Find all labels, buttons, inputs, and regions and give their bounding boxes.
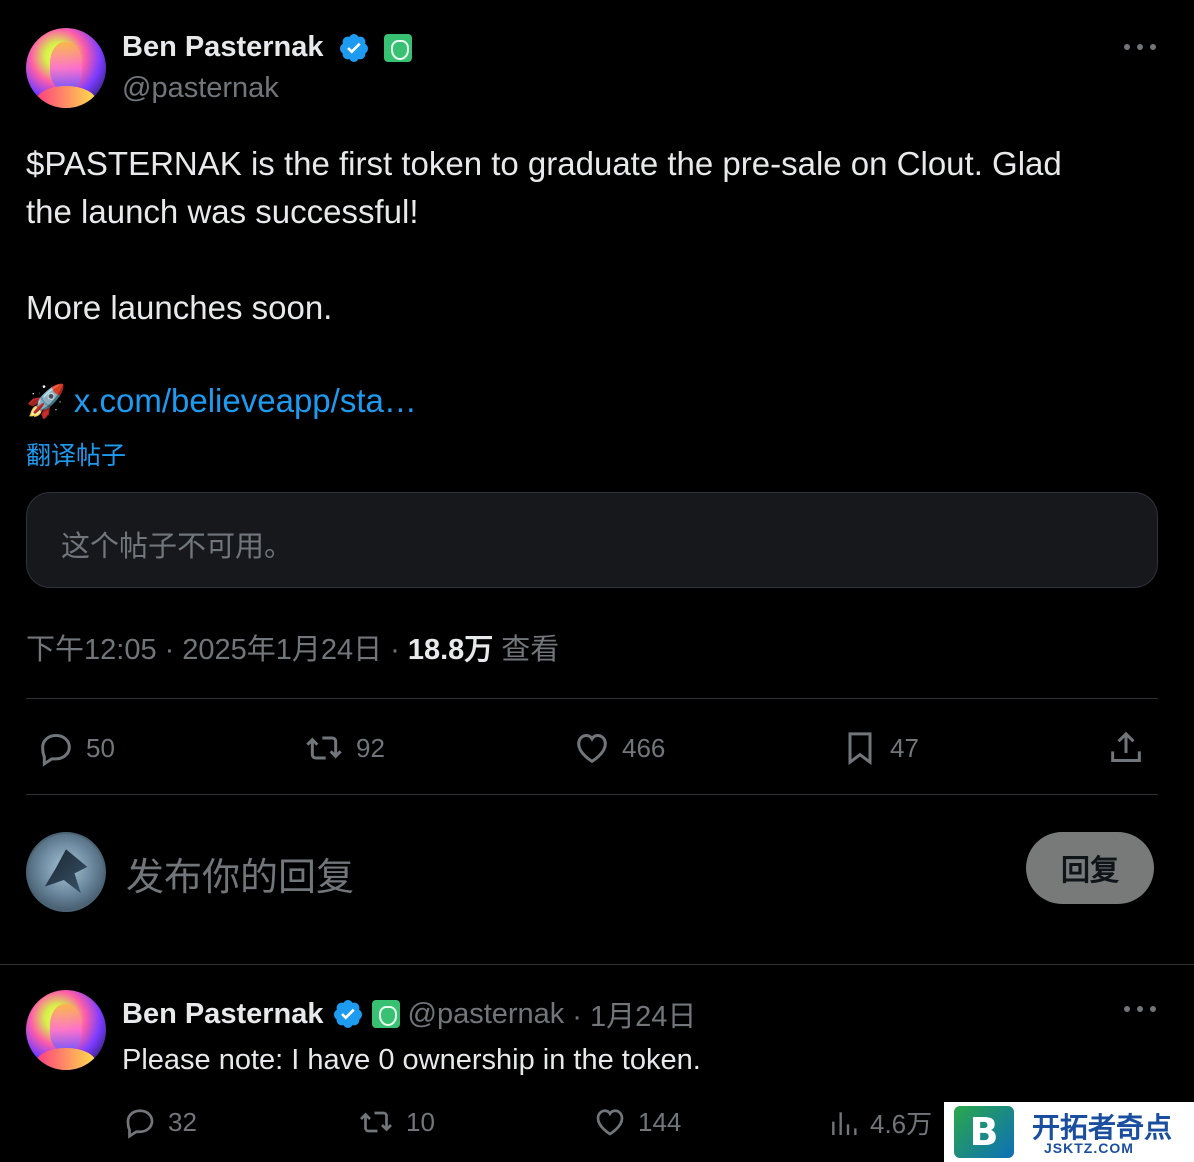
share-action[interactable] — [1106, 728, 1146, 768]
views-label: 查看 — [501, 634, 560, 666]
avatar-face — [50, 1004, 82, 1051]
views-icon — [832, 1111, 857, 1135]
reply-author-avatar[interactable] — [26, 990, 106, 1070]
avatar-shoulders — [35, 85, 97, 108]
watermark-logo: B — [954, 1106, 1014, 1158]
reply-author-handle[interactable]: @pasternak — [408, 998, 565, 1031]
affiliate-badge-icon — [371, 1000, 400, 1028]
bookmark-icon — [848, 732, 872, 766]
post-date[interactable]: 2025年1月24日 — [182, 626, 382, 668]
heart-icon — [596, 1109, 624, 1136]
divider — [26, 794, 1158, 795]
watermark: B 开拓者奇点 JSKTZ.COM — [944, 1102, 1194, 1162]
translate-post-link[interactable]: 翻译帖子 — [26, 436, 126, 472]
reply-author-name[interactable]: Ben Pasternak — [122, 998, 324, 1031]
current-user-avatar[interactable] — [26, 832, 106, 912]
views-count: 18.8万 — [407, 634, 494, 666]
reply-date[interactable]: · 1月24日 — [572, 993, 696, 1035]
reply-icon — [126, 1109, 154, 1139]
author-avatar[interactable] — [26, 28, 106, 108]
post-time[interactable]: 下午12:05 — [26, 626, 157, 668]
reply-input[interactable]: 发布你的回复 — [126, 846, 354, 901]
more-options-icon[interactable] — [1124, 1004, 1156, 1014]
separator: · — [164, 634, 175, 666]
rocket-emoji: 🚀 — [26, 382, 66, 420]
reply-repost-action[interactable]: 10 — [356, 1104, 435, 1140]
repost-action[interactable]: 92 — [302, 728, 385, 768]
avatar-shoulders — [35, 1047, 97, 1070]
reply-reply-action[interactable]: 32 — [122, 1104, 197, 1140]
dot — [1150, 1006, 1156, 1012]
post-text-line-1: $PASTERNAK is the first token to graduat… — [26, 145, 1062, 182]
more-options-icon[interactable] — [1124, 42, 1156, 52]
divider — [26, 698, 1158, 699]
repost-icon — [306, 736, 342, 760]
avatar-face — [50, 42, 82, 89]
views-count: 4.6万 — [870, 1109, 933, 1139]
affiliate-badge-icon — [384, 34, 412, 62]
dot — [1124, 1006, 1130, 1012]
like-count: 144 — [638, 1106, 682, 1137]
bookmark-action[interactable]: 47 — [840, 728, 919, 768]
dot — [1137, 1006, 1143, 1012]
author-name[interactable]: Ben Pasternak — [122, 31, 324, 64]
bookmark-count: 47 — [890, 732, 919, 763]
heart-icon — [577, 733, 607, 764]
divider — [0, 964, 1194, 965]
avatar-bird — [44, 849, 88, 894]
like-count: 466 — [622, 732, 666, 763]
reply-count: 50 — [86, 732, 115, 763]
like-action[interactable]: 466 — [572, 728, 665, 768]
reply-count: 32 — [168, 1106, 197, 1137]
post-link-row: 🚀 x.com/believeapp/sta… — [26, 382, 417, 420]
author-handle[interactable]: @pasternak — [122, 72, 279, 105]
post-text-line-3: More launches soon. — [26, 289, 333, 326]
dot — [1150, 44, 1156, 50]
quoted-post-unavailable: 这个帖子不可用。 — [26, 492, 1158, 588]
reply-icon — [41, 733, 71, 767]
post-link[interactable]: x.com/believeapp/sta… — [74, 382, 417, 420]
dot — [1137, 44, 1143, 50]
reply-button[interactable]: 回复 — [1026, 832, 1154, 904]
reply-action[interactable]: 50 — [36, 728, 115, 768]
repost-icon — [360, 1111, 392, 1133]
post-text-line-2: the launch was successful! — [26, 193, 419, 230]
repost-count: 92 — [356, 732, 385, 763]
repost-count: 10 — [406, 1106, 435, 1137]
reply-views-action[interactable]: 4.6万 — [828, 1104, 932, 1141]
watermark-subtitle: JSKTZ.COM — [1044, 1140, 1134, 1156]
verified-badge-icon — [340, 34, 368, 62]
quoted-post-unavailable-text: 这个帖子不可用。 — [61, 531, 294, 563]
share-icon — [1111, 731, 1141, 762]
verified-badge-icon — [333, 1000, 362, 1028]
reply-like-action[interactable]: 144 — [592, 1104, 681, 1140]
reply-text: Please note: I have 0 ownership in the t… — [122, 1044, 701, 1076]
separator: · — [390, 634, 400, 666]
dot — [1124, 44, 1130, 50]
post-meta: 下午12:05 · 2025年1月24日 · 18.8万 查看 — [26, 626, 559, 668]
reply-header: Ben Pasternak @pasternak · 1月24日 — [122, 993, 696, 1035]
